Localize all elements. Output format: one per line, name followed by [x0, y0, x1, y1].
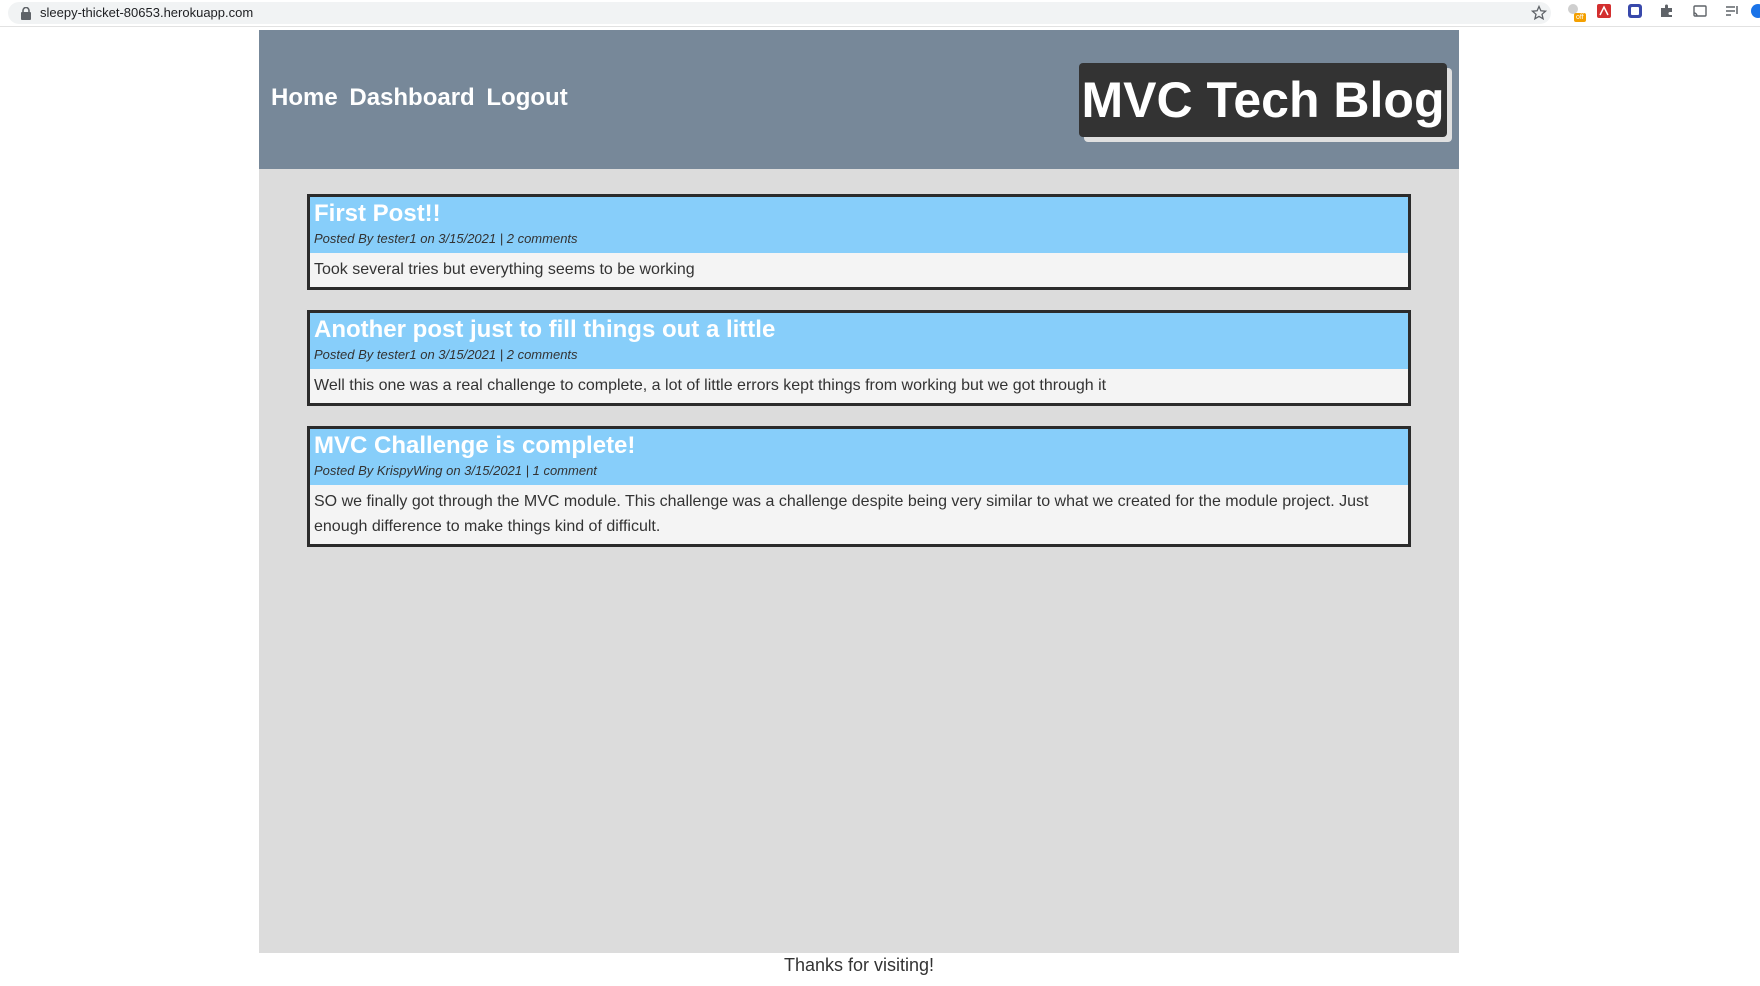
post-header: MVC Challenge is complete! Posted By Kri…: [310, 429, 1408, 485]
site-header: Home Dashboard Logout MVC Tech Blog: [259, 30, 1459, 169]
puzzle-extensions-icon[interactable]: [1659, 3, 1675, 19]
post-title[interactable]: Another post just to fill things out a l…: [314, 315, 1404, 345]
browser-toolbar: sleepy-thicket-80653.herokuapp.com off: [0, 0, 1760, 27]
extension-pdf-icon[interactable]: [1596, 3, 1612, 19]
cast-icon[interactable]: [1692, 3, 1708, 19]
site-logo: MVC Tech Blog: [1079, 63, 1447, 137]
post-meta: Posted By KrispyWing on 3/15/2021 | 1 co…: [314, 463, 597, 478]
reading-list-icon[interactable]: [1724, 3, 1740, 19]
page-container: Home Dashboard Logout MVC Tech Blog Firs…: [259, 30, 1459, 953]
post-header: Another post just to fill things out a l…: [310, 313, 1408, 369]
nav-logout-link[interactable]: Logout: [486, 84, 567, 111]
post-card[interactable]: Another post just to fill things out a l…: [307, 310, 1411, 406]
nav-dashboard-link[interactable]: Dashboard: [349, 84, 474, 111]
address-bar[interactable]: sleepy-thicket-80653.herokuapp.com: [8, 2, 1551, 24]
post-header: First Post!! Posted By tester1 on 3/15/2…: [310, 197, 1408, 253]
extension-off-badge: off: [1574, 13, 1586, 22]
post-body: Well this one was a real challenge to co…: [314, 377, 1107, 394]
profile-avatar-icon[interactable]: [1750, 3, 1760, 19]
post-card[interactable]: MVC Challenge is complete! Posted By Kri…: [307, 426, 1411, 547]
bookmark-star-icon[interactable]: [1531, 5, 1547, 21]
footer-text: Thanks for visiting!: [783, 955, 935, 975]
post-card[interactable]: First Post!! Posted By tester1 on 3/15/2…: [307, 194, 1411, 290]
url-text: sleepy-thicket-80653.herokuapp.com: [40, 5, 254, 20]
post-meta: Posted By tester1 on 3/15/2021 | 2 comme…: [314, 347, 578, 362]
post-meta: Posted By tester1 on 3/15/2021 | 2 comme…: [314, 231, 578, 246]
lock-icon: [21, 7, 31, 20]
nav-home-link[interactable]: Home: [271, 84, 338, 111]
main-nav: Home Dashboard Logout: [271, 84, 573, 112]
extension-blue-icon[interactable]: [1627, 3, 1643, 19]
post-body: SO we finally got through the MVC module…: [314, 493, 1369, 535]
post-title[interactable]: First Post!!: [314, 199, 1404, 229]
post-title[interactable]: MVC Challenge is complete!: [314, 431, 1404, 461]
post-body: Took several tries but everything seems …: [314, 261, 695, 278]
